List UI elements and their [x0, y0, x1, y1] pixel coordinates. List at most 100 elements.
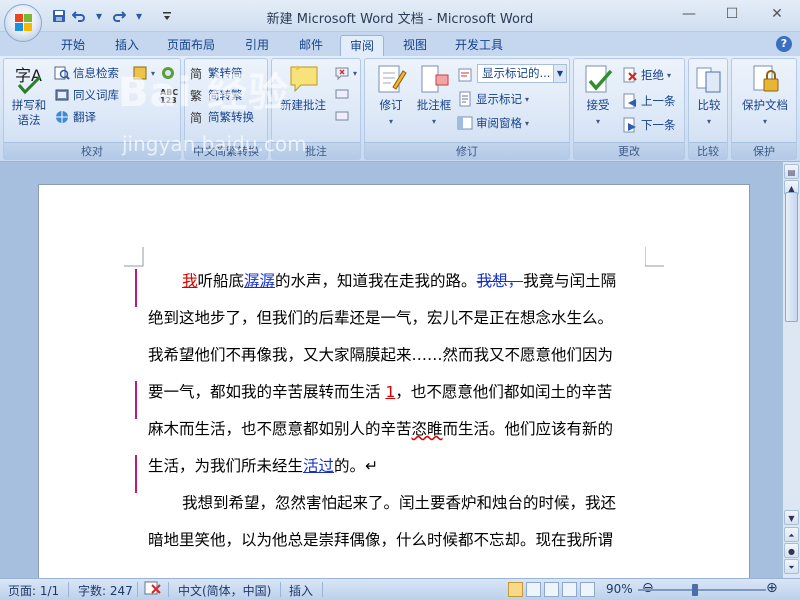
change-bar	[135, 381, 137, 419]
show-markup-button[interactable]: 显示标记 ▾	[457, 89, 529, 109]
help-icon[interactable]: ?	[776, 36, 792, 52]
zoom-slider-thumb[interactable]	[691, 584, 698, 596]
chinese-convert-button[interactable]: 简 简繁转换	[189, 107, 254, 127]
text-run: 而生活。他们应该有新的	[442, 420, 614, 438]
word-count[interactable]: 字数: 247	[78, 582, 133, 599]
translate-icon	[54, 109, 70, 125]
redo-icon[interactable]	[110, 7, 128, 25]
zoom-in-icon[interactable]: ⊕	[766, 580, 778, 596]
reviewing-pane-icon	[457, 115, 473, 131]
office-logo-icon	[15, 14, 33, 32]
new-comment-icon	[287, 63, 319, 95]
group-label-comments: 批注	[272, 142, 360, 159]
tab-home[interactable]: 开始	[50, 35, 96, 56]
save-icon[interactable]	[50, 7, 68, 25]
proofing-status-icon[interactable]	[144, 581, 162, 600]
tab-mailings[interactable]: 邮件	[288, 35, 334, 56]
thesaurus-button[interactable]: 同义词库	[54, 85, 119, 105]
compare-icon	[693, 63, 725, 95]
undo-dropdown-icon[interactable]: ▾	[90, 7, 108, 25]
zoom-level[interactable]: 90%	[606, 582, 633, 596]
previous-comment-button[interactable]	[334, 85, 350, 105]
group-protect: 保护文档 ▾ 保护	[731, 58, 797, 160]
browse-object-icon[interactable]: ●	[784, 543, 799, 558]
reviewing-pane-button[interactable]: 审阅窗格 ▾	[457, 113, 529, 133]
reject-icon	[622, 67, 638, 83]
previous-page-icon[interactable]: ⏶	[784, 527, 799, 542]
translation-tip-button[interactable]: ▾	[132, 63, 155, 83]
customize-icon[interactable]	[158, 7, 176, 25]
delete-comment-button[interactable]: ▾	[334, 63, 357, 83]
compare-button[interactable]: 比较 ▾	[690, 63, 728, 129]
balloons-button[interactable]: 批注框 ▾	[413, 63, 455, 129]
office-button[interactable]	[4, 4, 42, 42]
redo-dropdown-icon[interactable]: ▾	[130, 7, 148, 25]
document-line[interactable]: 暗地里笑他，以为他总是崇拜偶像，什么时候都不忘却。现在我所谓	[148, 528, 648, 550]
document-line[interactable]: 麻木而生活，也不愿意都如别人的辛苦恣睢而生活。他们应该有新的	[148, 417, 648, 439]
tab-developer[interactable]: 开发工具	[446, 35, 512, 56]
group-changes: 接受 ▾ 拒绝 ▾ 上一条 下一条 更改	[573, 58, 685, 160]
protect-document-button[interactable]: 保护文档 ▾	[734, 63, 796, 129]
document-line[interactable]: 要一气，都如我的辛苦展转而生活 1，也不愿意他们都如闰土的辛苦	[148, 380, 648, 402]
display-for-review-combo[interactable]: 显示标记的... ▼	[477, 64, 567, 83]
tab-references[interactable]: 引用	[234, 35, 280, 56]
research-button[interactable]: 信息检索	[54, 63, 119, 83]
to-traditional-button[interactable]: 繁 简转繁	[189, 85, 243, 105]
page-count[interactable]: 页面: 1/1	[8, 582, 59, 599]
text-run: 暗地里笑他，以为他总是崇拜偶像，什么时候都不忘却。现在我所谓	[148, 531, 614, 549]
next-comment-button[interactable]	[334, 107, 350, 127]
svg-text:简: 简	[190, 111, 202, 125]
web-layout-view-icon[interactable]	[544, 582, 559, 597]
tab-insert[interactable]: 插入	[104, 35, 150, 56]
combo-dropdown-icon[interactable]: ▼	[553, 65, 566, 82]
translate-button[interactable]: 翻译	[54, 107, 96, 127]
outline-view-icon[interactable]	[562, 582, 577, 597]
zoom-out-icon[interactable]: ⊖	[642, 580, 654, 596]
accept-button[interactable]: 接受 ▾	[578, 63, 618, 129]
maximize-icon[interactable]: ☐	[720, 6, 744, 22]
scroll-down-icon[interactable]: ▼	[784, 510, 799, 525]
spelling-grammar-label: 拼写和 语法	[11, 98, 47, 127]
group-label-chinese: 中文简繁转换	[185, 142, 267, 159]
next-change-button[interactable]: 下一条	[622, 115, 676, 135]
minimize-icon[interactable]: —	[677, 6, 701, 22]
scroll-thumb[interactable]	[785, 192, 798, 322]
track-changes-button[interactable]: 修订 ▾	[369, 63, 413, 129]
svg-text:繁: 繁	[190, 88, 202, 103]
text-run: 我希望他们不再像我，又大家隔膜起来……然而我又不愿意他们因为	[148, 346, 614, 364]
document-line[interactable]: 我想到希望，忽然害怕起来了。闰土要香炉和烛台的时候，我还	[182, 491, 682, 513]
text-run: 要一气，都如我的辛苦展转而生活	[148, 383, 386, 401]
document-area: 我听船底潺潺的水声，知道我在走我的路。我想，我竟与闰土隔 绝到这地步了，但我们的后…	[0, 162, 782, 578]
language-status[interactable]: 中文(简体，中国)	[178, 582, 271, 599]
tab-page-layout[interactable]: 页面布局	[158, 35, 224, 56]
new-comment-button[interactable]: 新建批注	[278, 63, 328, 113]
insert-mode-status[interactable]: 插入	[289, 582, 313, 599]
document-line[interactable]: 绝到这地步了，但我们的后辈还是一气，宏儿不是正在想念水生么。	[148, 306, 648, 328]
language-button[interactable]	[160, 63, 176, 83]
tab-review[interactable]: 审阅	[340, 35, 384, 56]
tracked-change-text: 我	[182, 272, 198, 290]
full-screen-reading-view-icon[interactable]	[526, 582, 541, 597]
word-count-icon[interactable]: ABC 123	[160, 87, 178, 107]
document-line[interactable]: 我听船底潺潺的水声，知道我在走我的路。我想，我竟与闰土隔	[182, 269, 682, 291]
document-page[interactable]: 我听船底潺潺的水声，知道我在走我的路。我想，我竟与闰土隔 绝到这地步了，但我们的后…	[38, 184, 750, 578]
spelling-grammar-button[interactable]: 字A 拼写和 语法	[7, 63, 51, 128]
tab-view[interactable]: 视图	[392, 35, 438, 56]
vertical-scrollbar[interactable]: ▤ ▲ ▼ ⏶ ● ⏷	[782, 162, 800, 578]
reject-button[interactable]: 拒绝 ▾	[622, 65, 671, 85]
group-label-compare: 比较	[689, 142, 727, 159]
ruler-toggle-icon[interactable]: ▤	[784, 164, 799, 179]
display-review-icon	[457, 65, 473, 85]
document-line[interactable]: 我希望他们不再像我，又大家隔膜起来……然而我又不愿意他们因为	[148, 343, 648, 365]
draft-view-icon[interactable]	[580, 582, 595, 597]
previous-change-button[interactable]: 上一条	[622, 91, 676, 111]
zoom-slider[interactable]	[638, 584, 766, 596]
undo-icon[interactable]	[70, 7, 88, 25]
to-simplified-button[interactable]: 简 繁转简	[189, 63, 243, 83]
print-layout-view-icon[interactable]	[508, 582, 523, 597]
text-run: 的水声，知道我在走我的路。	[275, 272, 477, 290]
svg-text:字A: 字A	[15, 66, 42, 85]
document-line[interactable]: 生活，为我们所未经生活过的。↵	[148, 454, 648, 476]
next-page-icon[interactable]: ⏷	[784, 559, 799, 574]
close-icon[interactable]: ✕	[765, 6, 789, 22]
